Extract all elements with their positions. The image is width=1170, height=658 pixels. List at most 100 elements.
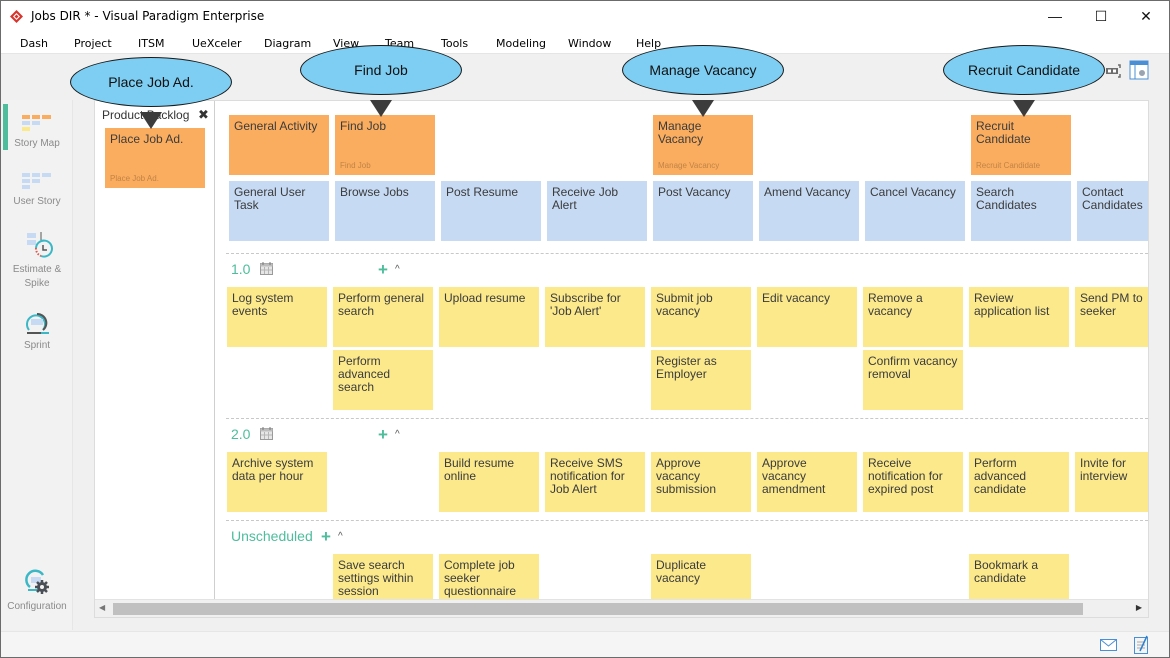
card-title: Post Resume xyxy=(446,185,519,199)
minimize-button[interactable]: — xyxy=(1032,1,1078,31)
story-card[interactable]: Subscribe for 'Job Alert' xyxy=(545,287,645,347)
horizontal-scrollbar[interactable]: ◀ ▶ xyxy=(95,599,1148,617)
close-icon: ✕ xyxy=(1140,7,1152,24)
callout-text: Find Job xyxy=(354,62,408,78)
task-card[interactable]: Search Candidates xyxy=(971,181,1071,241)
menu-diagram[interactable]: Diagram xyxy=(264,37,311,50)
card-title: Upload resume xyxy=(444,291,526,305)
scroll-right-icon[interactable]: ▶ xyxy=(1136,603,1142,612)
story-card[interactable]: Archive system data per hour xyxy=(227,452,327,512)
maximize-button[interactable]: ☐ xyxy=(1078,1,1124,31)
card-title: Find Job xyxy=(340,119,387,133)
story-card[interactable]: Save search settings within session xyxy=(333,554,433,599)
product-backlog-panel: Product Backlog ✖ Place Job Ad. Place Jo… xyxy=(95,101,215,599)
story-card[interactable]: Perform general search xyxy=(333,287,433,347)
card-title: Edit vacancy xyxy=(762,291,831,305)
story-card[interactable]: Receive notification for expired post xyxy=(863,452,963,512)
sprint-icon xyxy=(26,312,49,334)
scrollbar-thumb[interactable] xyxy=(113,603,1083,615)
add-story-plus-icon[interactable]: + xyxy=(378,261,388,278)
menu-itsm[interactable]: ITSM xyxy=(138,37,164,50)
window-title: Jobs DIR * - Visual Paradigm Enterprise xyxy=(31,9,265,23)
story-card[interactable]: Approve vacancy submission xyxy=(651,452,751,512)
nav-label: Story Map xyxy=(14,138,60,149)
card-title: Save search settings within session xyxy=(338,558,414,598)
story-card[interactable]: Receive SMS notification for Job Alert xyxy=(545,452,645,512)
task-card[interactable]: Cancel Vacancy xyxy=(865,181,965,241)
card-title: Perform general search xyxy=(338,291,425,318)
calendar-icon[interactable] xyxy=(260,262,273,275)
task-card[interactable]: Receive Job Alert xyxy=(547,181,647,241)
story-card[interactable]: Complete job seeker questionnaire xyxy=(439,554,539,599)
card-title: Receive SMS notification for Job Alert xyxy=(550,456,625,496)
story-card[interactable]: Perform advanced search xyxy=(333,350,433,410)
card-title: Log system events xyxy=(232,291,294,318)
card-title: Invite for interview xyxy=(1080,456,1128,483)
menu-window[interactable]: Window xyxy=(568,37,611,50)
nav-sprint[interactable]: Sprint xyxy=(1,312,73,353)
story-card[interactable]: Confirm vacancy removal xyxy=(863,350,963,410)
document-edit-icon[interactable] xyxy=(1134,635,1150,654)
release-name[interactable]: 2.0 xyxy=(231,426,250,442)
close-button[interactable]: ✕ xyxy=(1123,1,1169,31)
activity-card[interactable]: Find Job Find Job xyxy=(335,115,435,175)
story-card[interactable]: Remove a vacancy xyxy=(863,287,963,347)
active-indicator xyxy=(3,104,8,150)
maximize-icon: ☐ xyxy=(1094,7,1108,24)
story-card[interactable]: Approve vacancy amendment xyxy=(757,452,857,512)
task-card[interactable]: Browse Jobs xyxy=(335,181,435,241)
story-card[interactable]: Upload resume xyxy=(439,287,539,347)
fit-view-icon[interactable] xyxy=(1105,64,1121,78)
add-story-plus-icon[interactable]: + xyxy=(378,426,388,443)
story-card[interactable]: Perform advanced candidate xyxy=(969,452,1069,512)
panel-settings-icon[interactable] xyxy=(1129,60,1149,80)
menu-project[interactable]: Project xyxy=(74,37,112,50)
backlog-close-icon[interactable]: ✖ xyxy=(198,107,209,123)
collapse-caret-icon[interactable]: ^ xyxy=(338,531,343,542)
menu-dash[interactable]: Dash xyxy=(20,37,48,50)
card-title: Submit job vacancy xyxy=(656,291,713,318)
menu-uexceler[interactable]: UeXceler xyxy=(192,37,242,50)
release-name[interactable]: 1.0 xyxy=(231,261,250,277)
story-card[interactable]: Log system events xyxy=(227,287,327,347)
story-card[interactable]: Edit vacancy xyxy=(757,287,857,347)
calendar-icon[interactable] xyxy=(260,427,273,440)
card-title: Send PM to seeker xyxy=(1080,291,1143,318)
mail-icon[interactable] xyxy=(1100,639,1117,651)
story-card[interactable]: Register as Employer xyxy=(651,350,751,410)
task-card[interactable]: Amend Vacancy xyxy=(759,181,859,241)
release-name[interactable]: Unscheduled xyxy=(231,528,313,544)
story-card[interactable]: Bookmark a candidate xyxy=(969,554,1069,599)
card-title: Cancel Vacancy xyxy=(870,185,956,199)
story-card[interactable]: Send PM to seeker xyxy=(1075,287,1148,347)
card-subtitle: Manage Vacancy xyxy=(658,161,720,170)
story-card[interactable]: Duplicate vacancy xyxy=(651,554,751,599)
menu-modeling[interactable]: Modeling xyxy=(496,37,546,50)
estimate-clock-icon xyxy=(27,232,53,258)
card-title: Review application list xyxy=(974,291,1050,318)
add-story-plus-icon[interactable]: + xyxy=(321,528,331,545)
story-card[interactable]: Submit job vacancy xyxy=(651,287,751,347)
task-card[interactable]: General User Task xyxy=(229,181,329,241)
task-card[interactable]: Post Vacancy xyxy=(653,181,753,241)
menu-tools[interactable]: Tools xyxy=(441,37,468,50)
task-card[interactable]: Post Resume xyxy=(441,181,541,241)
menu-help[interactable]: Help xyxy=(636,37,661,50)
activity-card[interactable]: General Activity xyxy=(229,115,329,175)
collapse-caret-icon[interactable]: ^ xyxy=(395,429,400,440)
activity-card[interactable]: Recruit Candidate Recruit Candidate xyxy=(971,115,1071,175)
activity-card[interactable]: Manage Vacancy Manage Vacancy xyxy=(653,115,753,175)
nav-user-story[interactable]: User Story xyxy=(1,172,73,209)
story-card[interactable]: Build resume online xyxy=(439,452,539,512)
nav-configuration[interactable]: Configuration xyxy=(1,567,73,614)
task-card[interactable]: Contact Candidates xyxy=(1077,181,1148,241)
card-title: Complete job seeker questionnaire xyxy=(444,558,517,598)
scroll-left-icon[interactable]: ◀ xyxy=(99,603,105,612)
backlog-card[interactable]: Place Job Ad. Place Job Ad. xyxy=(105,128,205,188)
nav-story-map[interactable]: Story Map xyxy=(1,104,73,151)
collapse-caret-icon[interactable]: ^ xyxy=(395,264,400,275)
nav-estimate-spike[interactable]: Estimate & Spike xyxy=(1,232,73,291)
story-card[interactable]: Invite for interview xyxy=(1075,452,1148,512)
card-title: Contact Candidates xyxy=(1082,185,1143,212)
story-card[interactable]: Review application list xyxy=(969,287,1069,347)
